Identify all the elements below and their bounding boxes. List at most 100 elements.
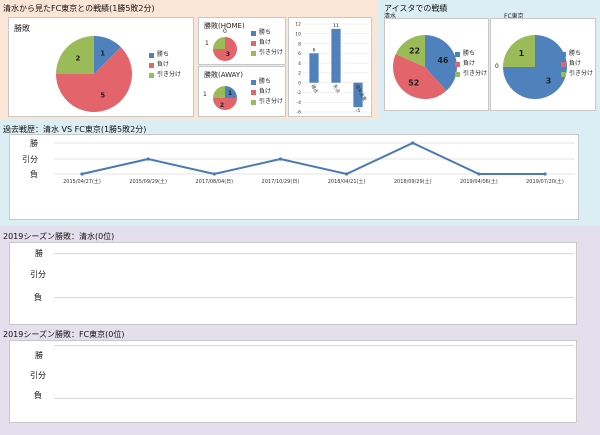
history-point-5 (411, 141, 415, 145)
shimizu-legend-lose: 負け (455, 59, 487, 69)
history-point-7 (543, 172, 547, 176)
overall-label-win: 1 (100, 49, 105, 57)
away-pie-panel: 勝敗(AWAY) 1 12 勝ち 負け 引き分け (198, 66, 286, 117)
bar-data-label-0: 6 (313, 47, 316, 53)
shimizu-label-lose: 52 (408, 78, 419, 87)
overall-label-lose: 5 (100, 92, 105, 100)
history-x-label-4: 2018/04/21(土) (328, 178, 366, 185)
overall-pie-legend: 勝ち 負け 引き分け (149, 50, 181, 80)
home-slice-draw (213, 37, 225, 49)
away-slice-value-lose: 2 (220, 102, 224, 109)
history-line-chart: 勝引分負 2015/04/27(土) 2015/09/29(土) 2017/08/04… (22, 138, 575, 185)
goals-bar-panel: 12 10 8 6 4 2 0 -2 -4 -6 6 得点 11 失点 -5 得失点差 (288, 17, 372, 117)
history-x-label-0: 2015/04/27(土) (63, 178, 101, 185)
fctokyo-legend-draw: 引き分け (561, 69, 593, 79)
legend-win: 勝ち (149, 50, 181, 60)
away-slice-lose (213, 98, 237, 110)
history-y-level-label: 負 (30, 169, 38, 179)
aista-fctokyo-panel: 0 31 勝ち 負け 引き分け (490, 18, 596, 111)
bar-data-label-1: 11 (333, 23, 339, 29)
overall-label-draw: 2 (75, 54, 80, 62)
history-panel: 勝引分負 2015/04/27(土) 2015/09/29(土) 2017/08/04… (9, 134, 579, 220)
away-label-left: 1 (203, 91, 207, 98)
season2-gridline-top (54, 345, 574, 346)
home-slice-value: 3 (226, 51, 230, 58)
bar-y-tick-label: 0 (298, 80, 301, 86)
bar-1 (331, 28, 341, 83)
history-x-label-1: 2015/09/29(土) (129, 178, 167, 185)
season1-panel: 勝 引分 負 (9, 242, 577, 325)
bar-y-tick-label: 10 (295, 31, 301, 37)
history-point-0 (80, 172, 84, 176)
away-legend-draw: 引き分け (251, 97, 283, 107)
season2-title: 2019シーズン勝敗：FC東京(0位) (3, 330, 125, 339)
shimizu-label-win: 46 (437, 56, 449, 65)
history-x-label-5: 2018/09/29(土) (394, 178, 432, 185)
away-slice-draw (213, 86, 225, 98)
fctokyo-label-win: 3 (546, 76, 552, 85)
bar-category-label-0: 得点 (309, 83, 320, 95)
fctokyo-label-left: 0 (495, 63, 499, 70)
history-y-level-label: 勝 (30, 138, 38, 148)
fctokyo-label-draw: 1 (519, 49, 525, 58)
away-legend-win: 勝ち (251, 77, 283, 87)
away-pie-title: 勝敗(AWAY) (204, 71, 243, 79)
season2-level-lose: 負 (34, 391, 42, 400)
aista-shimizu-pie: 46 52 22 (393, 35, 457, 99)
home-pie-panel: 勝敗(HOME) 0 1 3 勝ち 負け 引き分け (198, 17, 286, 65)
away-legend: 勝ち 負け 引き分け (251, 77, 283, 107)
overall-pie-panel: 勝敗 1 5 2 勝ち 負け 引き分け (8, 17, 194, 117)
season1-level-lose: 負 (34, 293, 42, 302)
season2-level-win: 勝 (35, 351, 43, 360)
overall-pie-title: 勝敗 (14, 24, 30, 33)
home-legend-win: 勝ち (251, 28, 283, 38)
history-y-level-label: 引分 (22, 155, 38, 164)
history-x-label-6: 2019/04/06(土) (460, 178, 498, 185)
history-x-label-2: 2017/08/04(日) (195, 179, 233, 185)
bar-0 (309, 53, 319, 83)
season1-gridline-top (54, 253, 574, 254)
aista-shimizu-panel: 46 52 22 勝ち 負け 引き分け (384, 18, 489, 111)
legend-lose: 負け (149, 60, 181, 70)
bar-y-tick-label: 4 (298, 61, 301, 67)
home-legend-lose: 負け (251, 38, 283, 48)
history-point-1 (146, 157, 150, 161)
season2-level-draw: 引分 (30, 371, 46, 380)
shimizu-legend-draw: 引き分け (455, 69, 487, 79)
bar-y-tick-label: -6 (297, 110, 302, 116)
home-legend-draw: 引き分け (251, 48, 283, 58)
overall-pie: 1 5 2 (56, 36, 132, 113)
away-slice-value-win: 1 (228, 90, 232, 97)
home-label-left: 1 (205, 40, 209, 47)
away-pie: 12 (213, 86, 237, 110)
aista-shimizu-legend: 勝ち 負け 引き分け (455, 49, 487, 79)
history-point-3 (278, 157, 283, 161)
shimizu-label-draw: 22 (409, 47, 420, 56)
bar-category-label-1: 失点 (331, 83, 342, 95)
history-point-2 (212, 172, 216, 176)
goals-bar-chart: 121086420-2-4-66得点11失点-5得失点差 (295, 22, 369, 116)
home-pie: 3 (213, 37, 237, 61)
legend-draw: 引き分け (149, 70, 181, 80)
season1-gridline-bottom (54, 297, 574, 298)
season1-level-win: 勝 (35, 249, 43, 258)
top-title: 清水から見たFC東京との戦績(1勝5敗2分) (3, 4, 155, 13)
history-x-label-7: 2019/07/20(土) (526, 178, 564, 185)
aista-fctokyo-pie: 31 (503, 35, 567, 99)
season2-gridline-bottom (54, 398, 574, 399)
fctokyo-legend-win: 勝ち (561, 49, 593, 59)
bar-y-tick-label: 6 (298, 51, 301, 57)
history-line (81, 141, 545, 176)
bar-y-tick-label: -2 (297, 90, 302, 96)
season1-title: 2019シーズン勝敗：清水(0位) (3, 232, 115, 241)
away-legend-lose: 負け (251, 87, 283, 97)
bar-y-tick-label: 2 (298, 71, 301, 77)
history-x-label-3: 2017/10/29(日) (262, 179, 300, 185)
history-point-6 (477, 172, 481, 176)
bar-y-tick-label: 8 (298, 41, 301, 47)
bar-y-tick-label: 12 (295, 22, 301, 28)
history-point-4 (344, 172, 349, 176)
home-legend: 勝ち 負け 引き分け (251, 28, 283, 58)
season1-level-draw: 引分 (30, 270, 46, 279)
fctokyo-legend-lose: 負け (561, 59, 593, 69)
